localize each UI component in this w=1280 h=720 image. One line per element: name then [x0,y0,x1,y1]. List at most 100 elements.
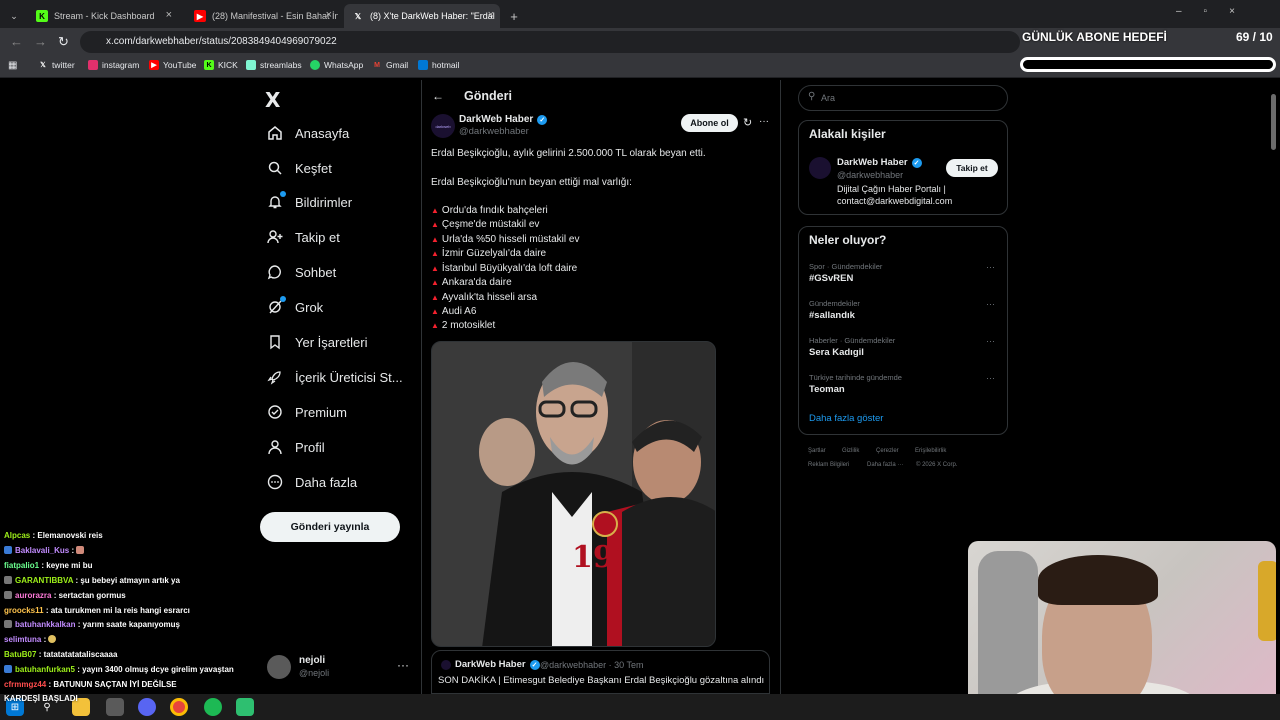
bookmark-kick[interactable]: K KICK [204,60,238,70]
badge-icon [4,620,12,628]
nav-item-follow[interactable]: Takip et [266,226,340,248]
discord-icon[interactable] [138,698,156,716]
more-icon[interactable]: ··· [986,299,995,309]
footer-link[interactable]: Erişilebilirlik [915,448,946,454]
follow-button[interactable]: Takip et [946,159,998,177]
chat-text: : yayın 3400 olmuş dcye girelim yavaştan [77,665,234,674]
nav-item-grok[interactable]: Grok [266,296,323,318]
post-button[interactable]: Gönderi yayınla [260,512,400,542]
scrollbar[interactable] [1271,94,1276,150]
nav-item-premium[interactable]: Premium [266,401,347,423]
nav-item-chat[interactable]: Sohbet [266,261,336,283]
chrome-icon[interactable] [170,698,188,716]
grok-explain-icon[interactable]: ↻ [743,116,752,129]
more-icon[interactable]: ··· [986,373,995,383]
spotify-icon[interactable] [204,698,222,716]
tab-search-button[interactable]: ⌄ [4,4,24,28]
post-author[interactable]: DarkWeb Haber ✓ [459,114,548,125]
red-triangle-icon: ▲ [431,235,439,244]
bookmark-whatsapp[interactable]: WhatsApp [310,60,363,70]
related-bio[interactable]: contact@darkwebdigital.com [837,196,952,206]
window-controls[interactable]: –▫× [1176,6,1257,17]
post-photo[interactable]: 1923 [431,341,716,647]
tab-x-post[interactable]: 𝕏 (8) X'te DarkWeb Haber: "Erdal × [344,4,500,28]
bookmark-youtube[interactable]: ▶ YouTube [149,60,196,70]
related-bio: Dijital Çağın Haber Portalı | [837,184,946,194]
footer-link[interactable]: Şartlar [808,448,826,454]
footer-link[interactable]: Reklam Bilgileri [808,462,849,468]
list-item: ▲ Ordu'da fındık bahçeleri [431,205,548,216]
back-arrow-icon[interactable]: ← [432,89,444,103]
nav-item-bookmarks[interactable]: Yer İşaretleri [266,331,368,353]
nav-item-more[interactable]: Daha fazla [266,471,357,493]
nav-item-label: Keşfet [295,160,332,176]
subscriber-goal-bar [1020,57,1276,72]
footer-link[interactable]: Çerezler [876,448,899,454]
bookmark-gmail[interactable]: M Gmail [372,60,408,70]
chat-text: : [71,546,75,555]
reload-icon[interactable]: ↻ [58,34,69,50]
chat-user: batuhankkalkan [15,620,76,629]
nav-item-explore[interactable]: Keşfet [266,157,332,179]
more-icon[interactable]: ··· [986,262,995,272]
tab-kick-dashboard[interactable]: K Stream - Kick Dashboard × [28,4,178,28]
tab-youtube[interactable]: ▶ (28) Manifestival - Esin Bahat İn × [186,4,338,28]
account-name[interactable]: nejoli [299,655,325,666]
nav-item-home[interactable]: Anasayfa [266,122,349,144]
verified-badge-icon: ✓ [529,659,540,670]
trend-item[interactable]: Teoman [809,384,845,395]
related-author[interactable]: DarkWeb Haber ✓ [837,157,922,168]
footer-link[interactable]: Daha fazla ··· [867,462,903,468]
subscribe-button[interactable]: Abone ol [681,114,738,132]
trend-item[interactable]: Sera Kadıgil [809,347,864,358]
chat-user: cfrmmgz44 [4,680,47,689]
bookmark-streamlabs[interactable]: streamlabs [246,60,302,70]
chat-text: : sertactan gormus [53,591,126,600]
show-more-link[interactable]: Daha fazla göster [809,413,883,424]
url-input[interactable]: x.com/darkwebhaber/status/20838494049690… [80,31,1020,53]
streamlabs-icon [246,60,256,70]
avatar[interactable] [809,157,831,179]
close-icon[interactable]: × [326,9,332,21]
forward-icon[interactable]: → [34,34,47,49]
more-icon[interactable]: ··· [759,116,769,127]
chat-user: groocks11 [4,606,44,615]
footer-link[interactable]: Gizlilik [842,448,859,454]
chat-text: KARDEŞİ BAŞLADI [4,694,78,703]
app-icon[interactable] [106,698,124,716]
avatar[interactable] [267,655,291,679]
nav-item-notifications[interactable]: Bildirimler [266,191,352,213]
bookmark-twitter[interactable]: 𝕏twitter [38,60,75,70]
bookmark-label: WhatsApp [324,60,364,70]
account-more-icon[interactable]: ··· [397,658,409,672]
bookmark-instagram[interactable]: instagram [88,60,139,70]
close-icon[interactable]: × [166,9,172,21]
nav-item-profile[interactable]: Profil [266,436,325,458]
back-icon[interactable]: ← [10,34,23,49]
more-icon[interactable]: ··· [986,336,995,346]
bookmark-hotmail[interactable]: hotmail [418,60,459,70]
asset-text: Ankara'da daire [441,277,512,288]
red-triangle-icon: ▲ [431,278,439,287]
quoted-post[interactable] [431,650,770,694]
search-input[interactable]: Ara [798,85,1008,111]
list-item: ▲ Ayvalık'ta hisseli arsa [431,292,537,303]
trend-item[interactable]: #GSvREN [809,273,853,284]
instagram-icon [88,60,98,70]
new-tab-button[interactable]: + [504,4,524,28]
streamlabs-icon[interactable] [236,698,254,716]
avatar[interactable]: darkweb [431,114,455,138]
x-logo-icon[interactable]: X [265,88,280,112]
copyright: © 2026 X Corp. [916,462,958,468]
trend-category: Haberler · Gündemdekiler [809,336,896,345]
nav-item-creator-studio[interactable]: İçerik Üreticisi St... [266,366,403,388]
trend-item[interactable]: #sallandık [809,310,855,321]
subscriber-goal-count: 69 / 10 [1236,30,1273,44]
close-icon[interactable]: × [488,9,494,21]
post-handle[interactable]: @darkwebhaber [459,126,529,137]
rocket-icon [266,368,284,386]
chat-message: batuhankkalkan : yarım saate kapanıyomuş [4,620,180,629]
chat-message: fiatpalio1 : keyne mi bu [4,561,92,570]
apps-icon[interactable]: ▦ [8,60,17,71]
related-handle: @darkwebhaber [837,170,904,180]
